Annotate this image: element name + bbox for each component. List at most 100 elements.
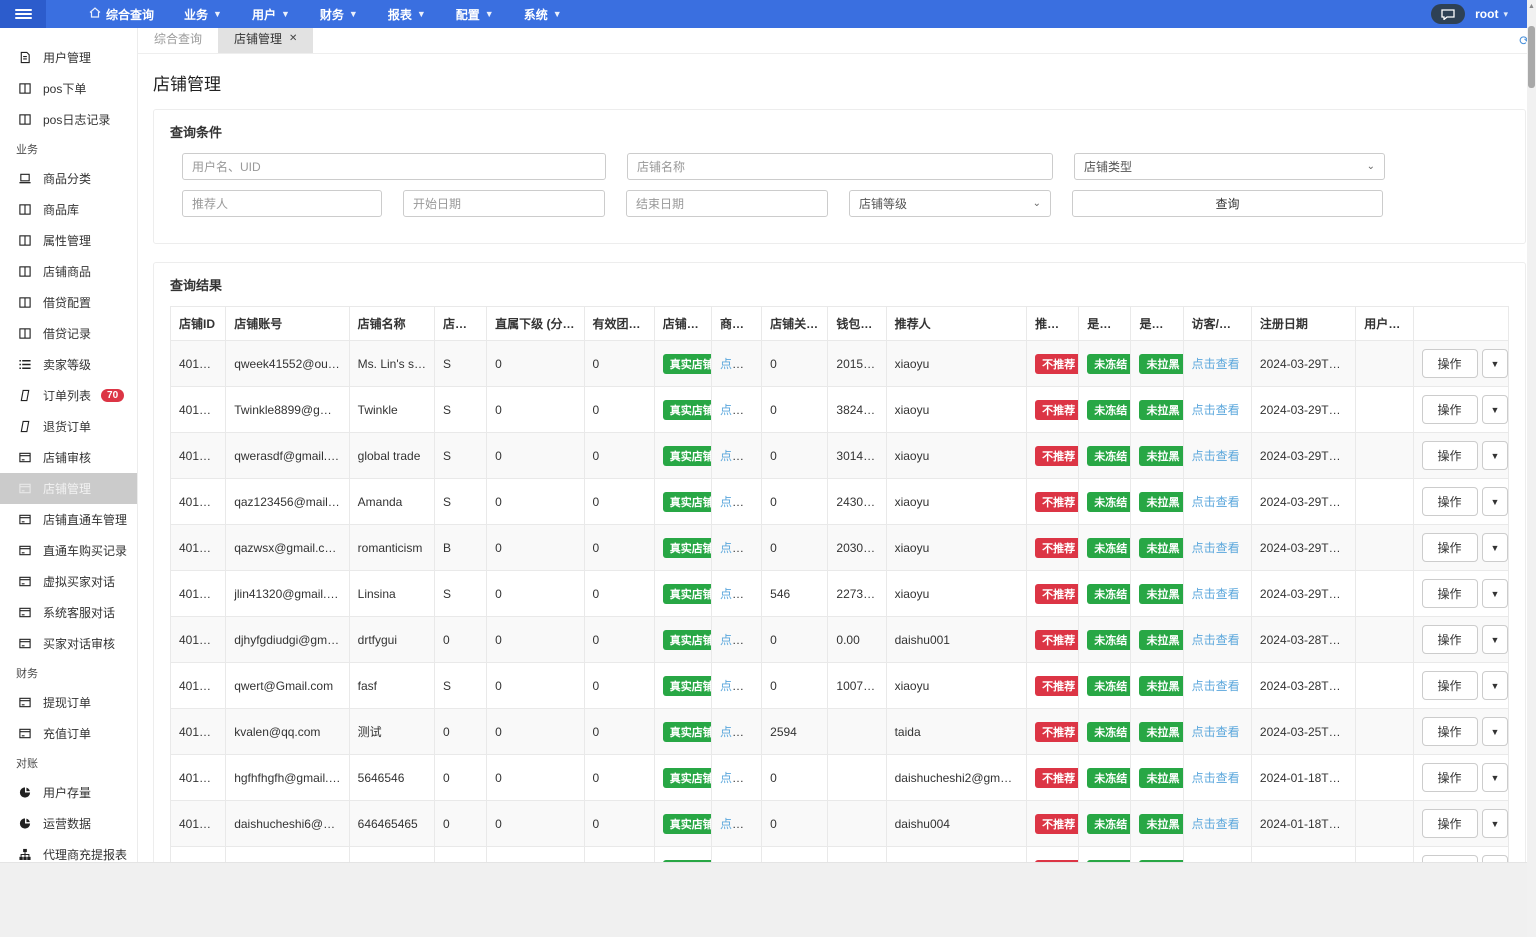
- sidebar-item[interactable]: 买家对话审核: [0, 628, 137, 659]
- action-dropdown-button[interactable]: ▼: [1481, 855, 1508, 862]
- tab[interactable]: 店铺管理 ✕: [218, 24, 314, 53]
- scrollbar-thumb[interactable]: [1528, 26, 1535, 88]
- action-dropdown-button[interactable]: ▼: [1481, 395, 1508, 424]
- start-date-input[interactable]: [403, 190, 605, 217]
- search-button[interactable]: 查询: [1072, 190, 1383, 217]
- view-visitors-link[interactable]: 点击查看: [1192, 449, 1240, 463]
- sidebar-item[interactable]: 直通车购买记录: [0, 535, 137, 566]
- sidebar-item[interactable]: 系统客服对话: [0, 597, 137, 628]
- view-products-link[interactable]: 点击查看: [720, 495, 761, 509]
- referrer-input[interactable]: [182, 190, 382, 217]
- view-visitors-link[interactable]: 点击查看: [1192, 633, 1240, 647]
- view-visitors-link[interactable]: 点击查看: [1192, 771, 1240, 785]
- action-dropdown-button[interactable]: ▼: [1481, 625, 1508, 654]
- view-products-link[interactable]: 点击查看: [720, 587, 761, 601]
- view-products-link[interactable]: 点击查看: [720, 449, 761, 463]
- recommend-badge: 不推荐: [1035, 721, 1078, 742]
- shop-type-select[interactable]: 店铺类型 ⌄: [1074, 153, 1385, 180]
- action-button[interactable]: 操作: [1421, 855, 1478, 862]
- sidebar-item[interactable]: 虚拟买家对话: [0, 566, 137, 597]
- action-dropdown-button[interactable]: ▼: [1481, 763, 1508, 792]
- sidebar-item[interactable]: 订单列表 70: [0, 380, 137, 411]
- view-products-link[interactable]: 点击查看: [720, 541, 761, 555]
- action-button[interactable]: 操作: [1421, 717, 1478, 746]
- end-date-input[interactable]: [626, 190, 828, 217]
- view-visitors-link[interactable]: 点击查看: [1192, 817, 1240, 831]
- view-products-link[interactable]: 点击查看: [720, 403, 761, 417]
- view-visitors-link[interactable]: 点击查看: [1192, 357, 1240, 371]
- sidebar-item[interactable]: 用户存量: [0, 777, 137, 808]
- nav-item-4[interactable]: 报表 ▼: [373, 0, 441, 28]
- action-dropdown-button[interactable]: ▼: [1481, 809, 1508, 838]
- scroll-up-icon[interactable]: ▲: [1527, 0, 1536, 10]
- nav-item-home[interactable]: 综合查询: [74, 0, 169, 28]
- view-products-link[interactable]: 点击查看: [720, 633, 761, 647]
- sidebar-item[interactable]: 属性管理: [0, 225, 137, 256]
- nav-item-2[interactable]: 用户 ▼: [237, 0, 305, 28]
- sidebar-item[interactable]: 充值订单: [0, 718, 137, 749]
- tab[interactable]: 综合查询: [138, 24, 218, 53]
- sidebar-item[interactable]: 退货订单: [0, 411, 137, 442]
- action-dropdown-button[interactable]: ▼: [1481, 717, 1508, 746]
- shop-name-input[interactable]: [627, 153, 1053, 180]
- sidebar-item[interactable]: 店铺审核: [0, 442, 137, 473]
- sidebar-item[interactable]: 店铺管理: [0, 473, 137, 504]
- nav-item-6[interactable]: 系统 ▼: [509, 0, 577, 28]
- chat-icon[interactable]: [1431, 4, 1466, 24]
- sidebar-item[interactable]: 运营数据: [0, 808, 137, 839]
- cell-followers: 0: [761, 524, 829, 571]
- view-visitors-link[interactable]: 点击查看: [1192, 541, 1240, 555]
- sidebar-item[interactable]: 用户管理: [0, 42, 137, 73]
- action-button[interactable]: 操作: [1421, 533, 1478, 562]
- action-button[interactable]: 操作: [1421, 441, 1478, 470]
- action-dropdown-button[interactable]: ▼: [1481, 349, 1508, 378]
- cell-blacklist: 未拉黑: [1130, 524, 1184, 571]
- vertical-scrollbar[interactable]: ▲: [1527, 0, 1536, 937]
- action-button[interactable]: 操作: [1421, 395, 1478, 424]
- sidebar-item[interactable]: 商品分类: [0, 163, 137, 194]
- sidebar-item[interactable]: 提现订单: [0, 687, 137, 718]
- view-visitors-link[interactable]: 点击查看: [1192, 725, 1240, 739]
- action-dropdown-button[interactable]: ▼: [1481, 671, 1508, 700]
- action-dropdown-button[interactable]: ▼: [1481, 579, 1508, 608]
- action-dropdown-button[interactable]: ▼: [1481, 441, 1508, 470]
- sidebar-item[interactable]: pos日志记录: [0, 104, 137, 135]
- table-icon: [18, 327, 33, 341]
- action-dropdown-button[interactable]: ▼: [1481, 487, 1508, 516]
- action-button[interactable]: 操作: [1421, 763, 1478, 792]
- username-input[interactable]: [182, 153, 606, 180]
- hamburger-menu-icon[interactable]: [0, 0, 46, 28]
- sidebar-item[interactable]: 卖家等级: [0, 349, 137, 380]
- user-menu[interactable]: root ▾: [1475, 7, 1508, 21]
- sidebar-item[interactable]: 代理商充提报表: [0, 839, 137, 862]
- view-visitors-link[interactable]: 点击查看: [1192, 679, 1240, 693]
- action-button[interactable]: 操作: [1421, 487, 1478, 516]
- action-button[interactable]: 操作: [1421, 671, 1478, 700]
- view-products-link[interactable]: 点击查看: [720, 679, 761, 693]
- action-dropdown-button[interactable]: ▼: [1481, 533, 1508, 562]
- sidebar-item[interactable]: 商品库: [0, 194, 137, 225]
- sidebar-item[interactable]: pos下单: [0, 73, 137, 104]
- view-products-link[interactable]: 点击查看: [720, 357, 761, 371]
- close-icon[interactable]: ✕: [289, 33, 297, 44]
- view-products-link[interactable]: 点击查看: [720, 817, 761, 831]
- shop-level-select[interactable]: 店铺等级 ⌄: [849, 190, 1051, 217]
- sidebar-item[interactable]: 店铺直通车管理: [0, 504, 137, 535]
- nav-item-3[interactable]: 财务 ▼: [305, 0, 373, 28]
- nav-item-1[interactable]: 业务 ▼: [169, 0, 237, 28]
- action-button[interactable]: 操作: [1421, 349, 1478, 378]
- sidebar-item[interactable]: 店铺商品: [0, 256, 137, 287]
- view-visitors-link[interactable]: 点击查看: [1192, 587, 1240, 601]
- action-button[interactable]: 操作: [1421, 809, 1478, 838]
- tab-bar: 综合查询 店铺管理 ✕ ⟳: [138, 24, 1536, 54]
- sidebar-item[interactable]: 借贷记录: [0, 318, 137, 349]
- view-products-link[interactable]: 点击查看: [720, 725, 761, 739]
- nav-item-5[interactable]: 配置 ▼: [441, 0, 509, 28]
- sidebar-item[interactable]: 借贷配置: [0, 287, 137, 318]
- cell-shop-name: Linsina: [348, 570, 435, 617]
- action-button[interactable]: 操作: [1421, 625, 1478, 654]
- view-products-link[interactable]: 点击查看: [720, 771, 761, 785]
- view-visitors-link[interactable]: 点击查看: [1192, 495, 1240, 509]
- view-visitors-link[interactable]: 点击查看: [1192, 403, 1240, 417]
- action-button[interactable]: 操作: [1421, 579, 1478, 608]
